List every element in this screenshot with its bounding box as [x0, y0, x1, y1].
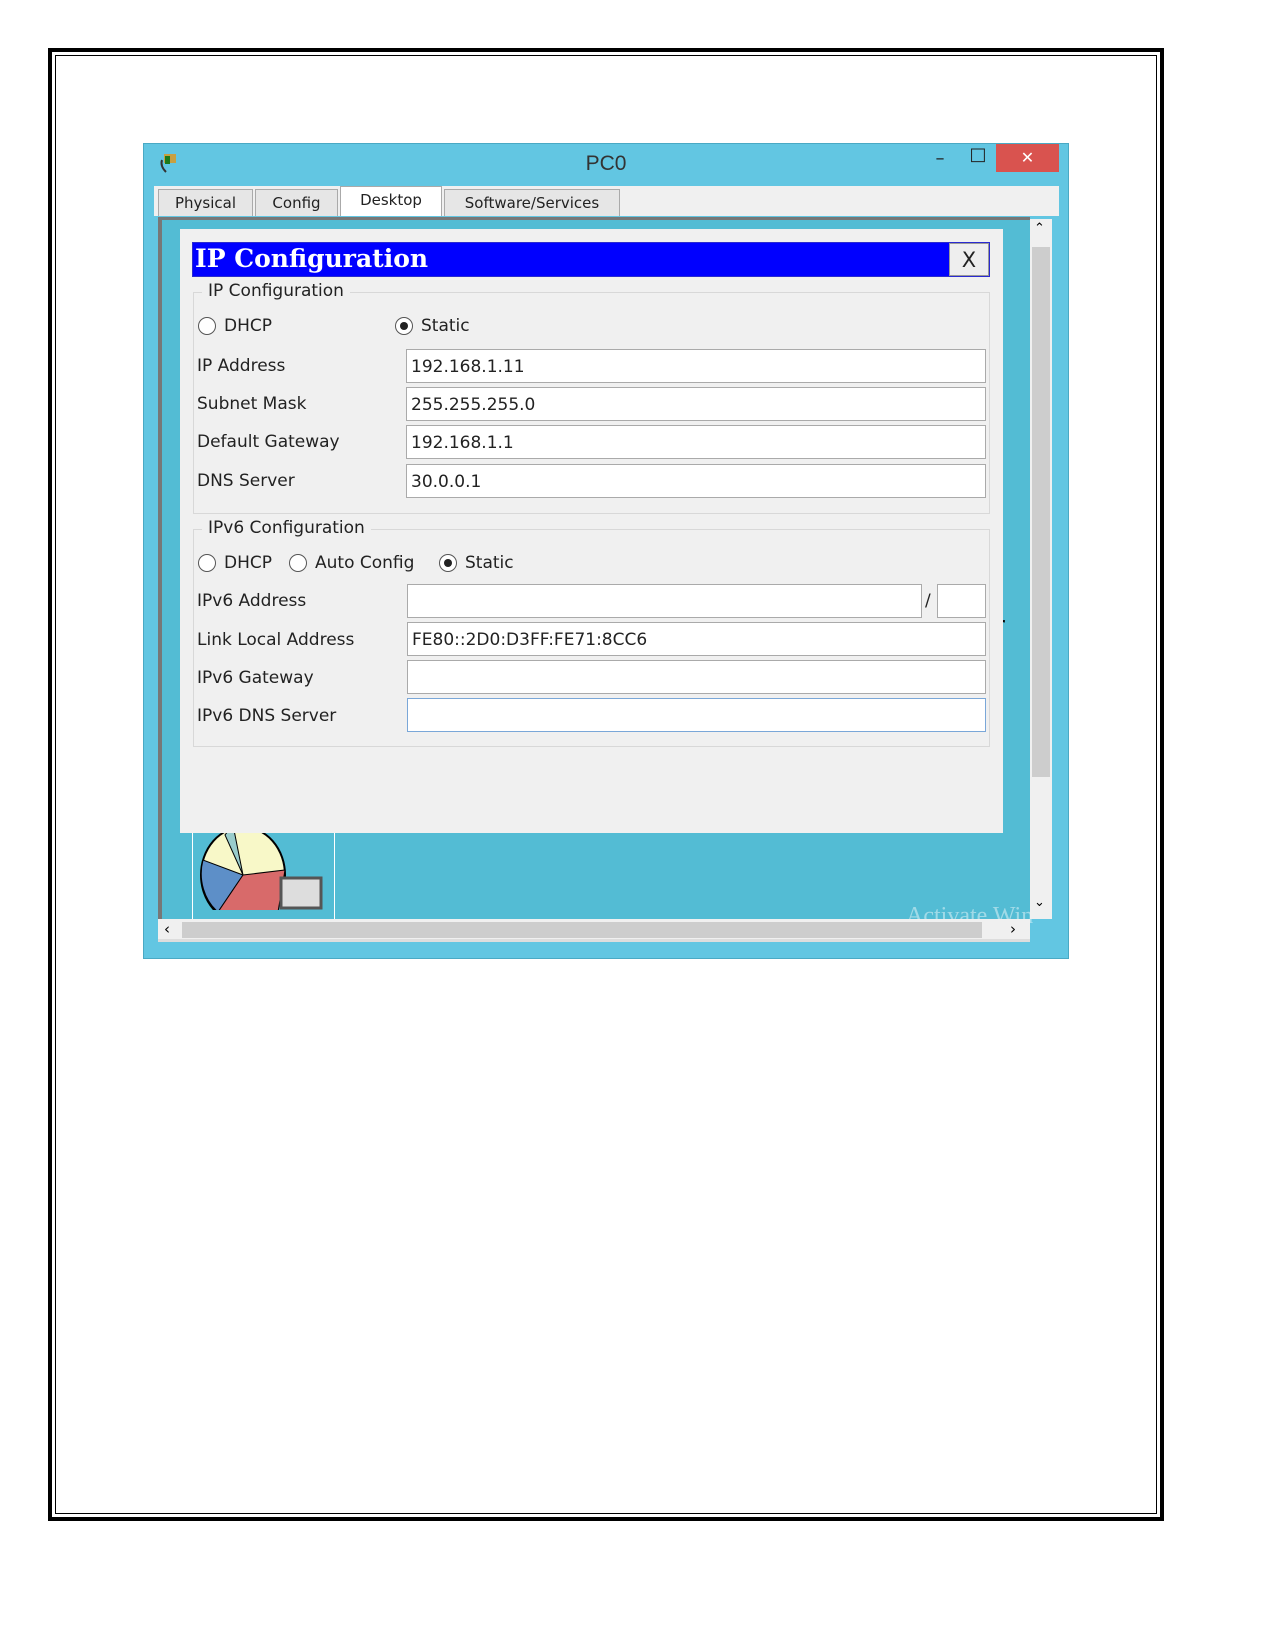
vertical-scrollbar[interactable]: ⌃ ⌄ — [1030, 219, 1052, 919]
scroll-up-icon[interactable]: ⌃ — [1034, 221, 1045, 236]
tab-software-services[interactable]: Software/Services — [444, 189, 620, 216]
scroll-left-icon[interactable]: ‹ — [164, 920, 170, 938]
ipv6-gateway-input[interactable] — [407, 660, 986, 694]
maximize-button[interactable]: □ — [964, 144, 992, 172]
ipv6-legend: IPv6 Configuration — [202, 518, 371, 538]
ip-configuration-dialog: IP Configuration X IP Configuration DHCP… — [180, 229, 1003, 833]
default-gateway-input[interactable]: 192.168.1.1 — [406, 425, 986, 459]
dns-server-label: DNS Server — [197, 471, 295, 491]
scroll-thumb[interactable] — [182, 922, 982, 938]
dialog-title: IP Configuration — [195, 244, 429, 273]
tab-physical[interactable]: Physical — [158, 189, 253, 216]
scroll-thumb[interactable] — [1032, 247, 1050, 777]
ipv6-static-radio[interactable] — [439, 554, 457, 572]
ipv6-dhcp-label: DHCP — [224, 553, 272, 573]
subnet-mask-label: Subnet Mask — [197, 394, 307, 414]
subnet-mask-input[interactable]: 255.255.255.0 — [406, 387, 986, 421]
ipv6-prefix-input[interactable] — [937, 584, 986, 618]
ipv6-auto-config-label: Auto Config — [315, 553, 415, 573]
ipv6-address-label: IPv6 Address — [197, 591, 307, 611]
ipv4-group: IP Configuration DHCP Static IP Address … — [193, 281, 990, 514]
scroll-down-icon[interactable]: ⌄ — [1034, 895, 1045, 910]
tab-config[interactable]: Config — [255, 189, 338, 216]
ipv6-dns-server-input[interactable] — [407, 698, 986, 732]
ipv4-dhcp-label: DHCP — [224, 316, 272, 336]
dialog-close-button[interactable]: X — [949, 243, 989, 276]
prefix-slash: / — [925, 591, 931, 611]
ipv4-static-radio[interactable] — [395, 317, 413, 335]
link-local-address-input[interactable]: FE80::2D0:D3FF:FE71:8CC6 — [407, 622, 986, 656]
default-gateway-label: Default Gateway — [197, 432, 340, 452]
ipv6-static-label: Static — [465, 553, 514, 573]
pie-chart-app-icon — [200, 823, 323, 924]
link-local-address-label: Link Local Address — [197, 630, 355, 650]
ipv6-group: IPv6 Configuration DHCP Auto Config Stat… — [193, 518, 990, 747]
tab-desktop[interactable]: Desktop — [340, 186, 442, 216]
horizontal-scrollbar[interactable]: ‹ › — [158, 919, 1030, 942]
title-bar[interactable]: PC0 – □ ✕ — [144, 144, 1068, 186]
ipv6-auto-config-radio[interactable] — [289, 554, 307, 572]
close-button[interactable]: ✕ — [996, 144, 1059, 172]
ipv4-dhcp-radio[interactable] — [198, 317, 216, 335]
minimize-button[interactable]: – — [926, 148, 954, 176]
pc0-window: PC0 – □ ✕ Physical Config Desktop Softwa… — [143, 143, 1069, 959]
desktop-app-tile[interactable] — [192, 820, 335, 924]
scroll-right-icon[interactable]: › — [1010, 920, 1016, 938]
tab-bar: Physical Config Desktop Software/Service… — [154, 186, 1059, 216]
ip-address-input[interactable]: 192.168.1.11 — [406, 349, 986, 383]
ipv4-legend: IP Configuration — [202, 281, 350, 301]
dialog-title-bar: IP Configuration X — [192, 242, 990, 277]
ipv6-dhcp-radio[interactable] — [198, 554, 216, 572]
dns-server-input[interactable]: 30.0.0.1 — [406, 464, 986, 498]
ip-address-label: IP Address — [197, 356, 286, 376]
ipv6-dns-server-label: IPv6 DNS Server — [197, 706, 337, 726]
ipv6-address-input[interactable] — [407, 584, 922, 618]
ipv4-static-label: Static — [421, 316, 470, 336]
ipv6-gateway-label: IPv6 Gateway — [197, 668, 314, 688]
